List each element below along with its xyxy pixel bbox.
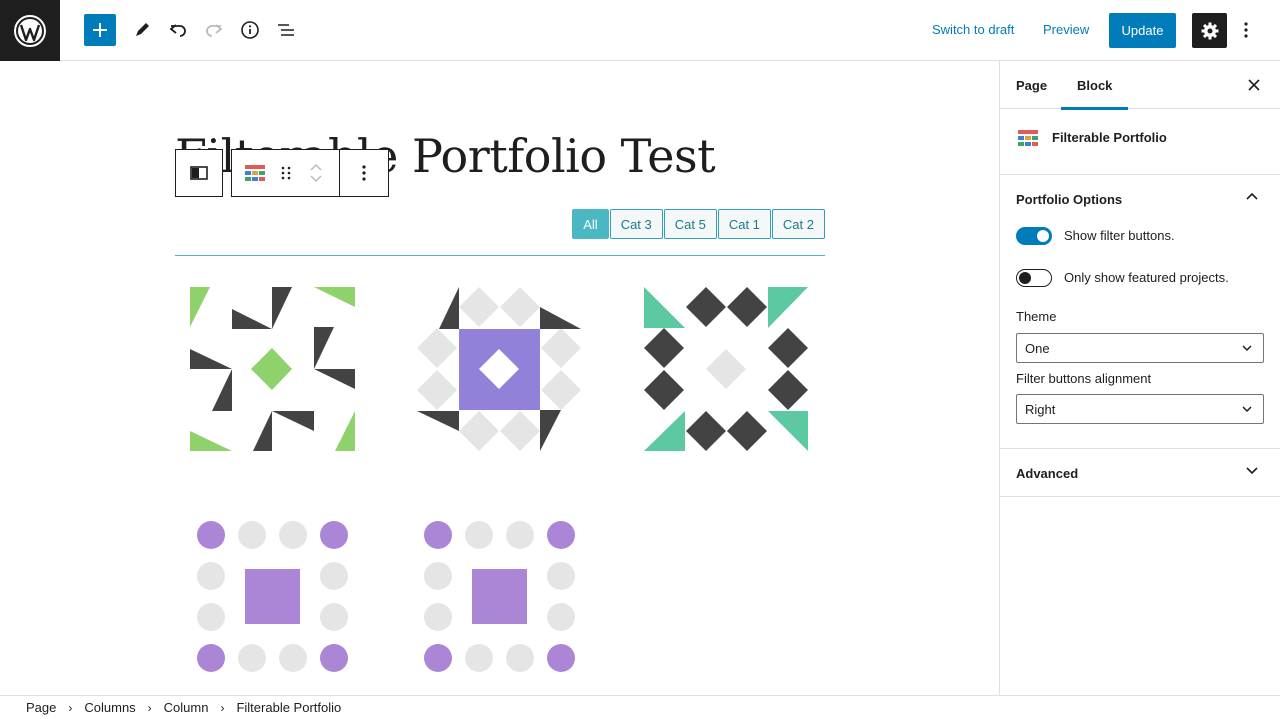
sidebar-tabs: Page Block bbox=[1000, 61, 1280, 110]
advanced-panel: Advanced bbox=[1000, 449, 1280, 497]
show-filter-buttons-toggle[interactable] bbox=[1016, 227, 1052, 245]
undo-button[interactable] bbox=[162, 14, 194, 46]
chevron-down-icon bbox=[1242, 345, 1252, 352]
wordpress-icon bbox=[14, 14, 46, 47]
drag-handle-icon bbox=[281, 166, 290, 180]
block-card-title: Filterable Portfolio bbox=[1052, 130, 1167, 145]
select-parent-button[interactable] bbox=[175, 149, 223, 197]
theme-select[interactable]: One bbox=[1016, 333, 1264, 363]
breadcrumb-item-filterable-portfolio: Filterable Portfolio bbox=[236, 700, 342, 715]
theme-select-value: One bbox=[1025, 340, 1050, 356]
filter-buttons: All Cat 3 Cat 5 Cat 1 Cat 2 bbox=[572, 209, 825, 239]
info-icon bbox=[241, 21, 259, 39]
block-options-button[interactable] bbox=[340, 150, 388, 196]
settings-button[interactable] bbox=[1192, 13, 1227, 48]
pencil-icon bbox=[136, 23, 149, 36]
chevron-right-icon: › bbox=[220, 700, 225, 715]
filter-button-cat-5[interactable]: Cat 5 bbox=[663, 209, 717, 239]
portfolio-options-toggle[interactable]: Portfolio Options bbox=[1000, 175, 1280, 223]
featured-projects-row: Only show featured projects. bbox=[1000, 265, 1280, 307]
move-buttons bbox=[294, 150, 340, 196]
editor-header: Switch to draft Preview Update bbox=[0, 0, 1280, 61]
redo-icon bbox=[206, 24, 223, 37]
settings-sidebar: Page Block Filterable Portfolio Portfoli… bbox=[999, 61, 1280, 695]
drag-handle[interactable] bbox=[278, 150, 294, 196]
more-vertical-icon bbox=[1244, 22, 1248, 38]
alignment-label: Filter buttons alignment bbox=[1016, 371, 1152, 386]
redo-button[interactable] bbox=[198, 14, 230, 46]
portfolio-item-1[interactable] bbox=[190, 287, 355, 452]
portfolio-options-panel: Portfolio Options Show filter buttons. O… bbox=[1000, 175, 1280, 449]
chevron-down-icon[interactable] bbox=[309, 173, 323, 183]
wordpress-logo-button[interactable] bbox=[0, 0, 60, 61]
advanced-toggle[interactable]: Advanced bbox=[1000, 449, 1280, 497]
undo-icon bbox=[169, 24, 186, 37]
toggle-label: Show filter buttons. bbox=[1064, 228, 1175, 243]
advanced-title: Advanced bbox=[1016, 465, 1079, 481]
portfolio-grid-icon bbox=[244, 165, 265, 181]
toggle-label: Only show featured projects. bbox=[1064, 270, 1229, 285]
details-button[interactable] bbox=[234, 14, 266, 46]
chevron-right-icon: › bbox=[147, 700, 152, 715]
options-button[interactable] bbox=[1236, 14, 1256, 46]
portfolio-item-4[interactable] bbox=[190, 514, 355, 679]
filter-button-all[interactable]: All bbox=[572, 209, 609, 239]
more-vertical-icon bbox=[362, 165, 366, 181]
gear-icon bbox=[1201, 22, 1218, 39]
featured-projects-toggle[interactable] bbox=[1016, 269, 1052, 287]
breadcrumb-item-column[interactable]: Column bbox=[164, 700, 209, 715]
portfolio-item-3[interactable] bbox=[644, 287, 809, 452]
toggle-knob bbox=[1019, 272, 1031, 284]
list-view-button[interactable] bbox=[270, 14, 302, 46]
filter-divider bbox=[175, 255, 825, 256]
list-view-icon bbox=[278, 24, 294, 36]
columns-icon bbox=[190, 166, 208, 180]
chevron-down-icon bbox=[1242, 406, 1252, 413]
portfolio-item-2[interactable] bbox=[417, 287, 582, 452]
chevron-up-icon[interactable] bbox=[309, 163, 323, 173]
add-block-button[interactable] bbox=[84, 14, 116, 46]
close-sidebar-button[interactable] bbox=[1244, 75, 1264, 95]
chevron-right-icon: › bbox=[68, 700, 73, 715]
alignment-select[interactable]: Right bbox=[1016, 394, 1264, 424]
chevron-down-icon bbox=[1246, 467, 1258, 475]
portfolio-grid-icon bbox=[1018, 130, 1038, 146]
portfolio-item-5[interactable] bbox=[417, 514, 582, 679]
editor-canvas: Filterable Portfolio Test All Cat 3 Cat … bbox=[0, 61, 999, 695]
show-filter-buttons-row: Show filter buttons. bbox=[1000, 223, 1280, 265]
close-icon bbox=[1248, 79, 1260, 91]
block-breadcrumb: Page › Columns › Column › Filterable Por… bbox=[0, 695, 1280, 719]
breadcrumb-item-columns[interactable]: Columns bbox=[84, 700, 135, 715]
plus-icon bbox=[93, 23, 107, 37]
block-card: Filterable Portfolio bbox=[1000, 109, 1280, 175]
preview-link[interactable]: Preview bbox=[1043, 22, 1089, 37]
filter-button-cat-1[interactable]: Cat 1 bbox=[717, 209, 771, 239]
tools-button[interactable] bbox=[126, 14, 158, 46]
panel-title: Portfolio Options bbox=[1016, 191, 1123, 207]
alignment-select-value: Right bbox=[1025, 401, 1056, 417]
filter-button-cat-3[interactable]: Cat 3 bbox=[609, 209, 663, 239]
filter-button-cat-2[interactable]: Cat 2 bbox=[771, 209, 825, 239]
block-type-button[interactable] bbox=[232, 150, 278, 196]
chevron-up-icon bbox=[1246, 192, 1258, 200]
update-button[interactable]: Update bbox=[1109, 13, 1176, 48]
breadcrumb-item-page[interactable]: Page bbox=[26, 700, 56, 715]
tab-block[interactable]: Block bbox=[1060, 61, 1130, 110]
switch-to-draft-link[interactable]: Switch to draft bbox=[932, 22, 1014, 37]
tab-page[interactable]: Page bbox=[1016, 61, 1047, 109]
block-toolbar bbox=[231, 149, 389, 197]
toggle-knob bbox=[1037, 230, 1049, 242]
theme-label: Theme bbox=[1016, 309, 1057, 324]
